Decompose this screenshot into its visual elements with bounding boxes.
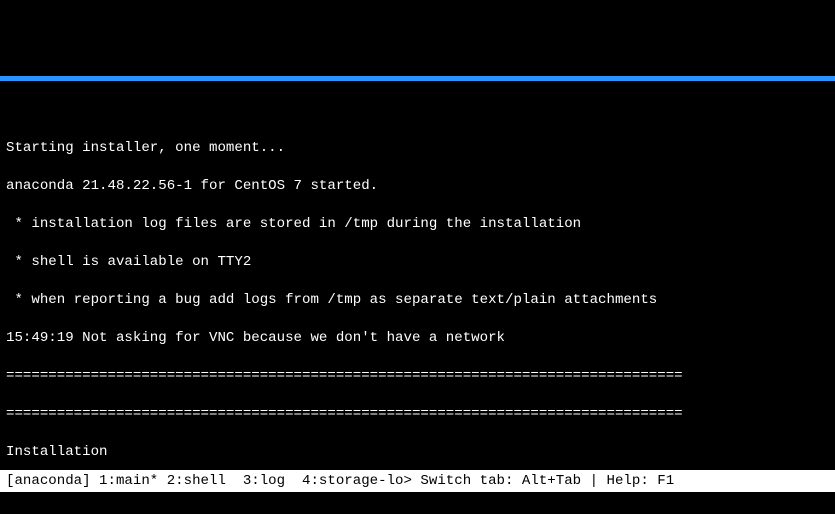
- divider: ========================================…: [6, 405, 829, 424]
- boot-line: * shell is available on TTY2: [6, 253, 829, 272]
- terminal-screen[interactable]: Starting installer, one moment... anacon…: [0, 119, 835, 514]
- window-top-border: [0, 76, 835, 81]
- boot-line: * when reporting a bug add logs from /tm…: [6, 291, 829, 310]
- divider: ========================================…: [6, 367, 829, 386]
- status-bar: [anaconda] 1:main* 2:shell 3:log 4:stora…: [0, 470, 835, 492]
- boot-line: anaconda 21.48.22.56-1 for CentOS 7 star…: [6, 177, 829, 196]
- boot-line: 15:49:19 Not asking for VNC because we d…: [6, 329, 829, 348]
- boot-line: * installation log files are stored in /…: [6, 215, 829, 234]
- boot-line: Starting installer, one moment...: [6, 139, 829, 158]
- section-heading: Installation: [6, 443, 829, 462]
